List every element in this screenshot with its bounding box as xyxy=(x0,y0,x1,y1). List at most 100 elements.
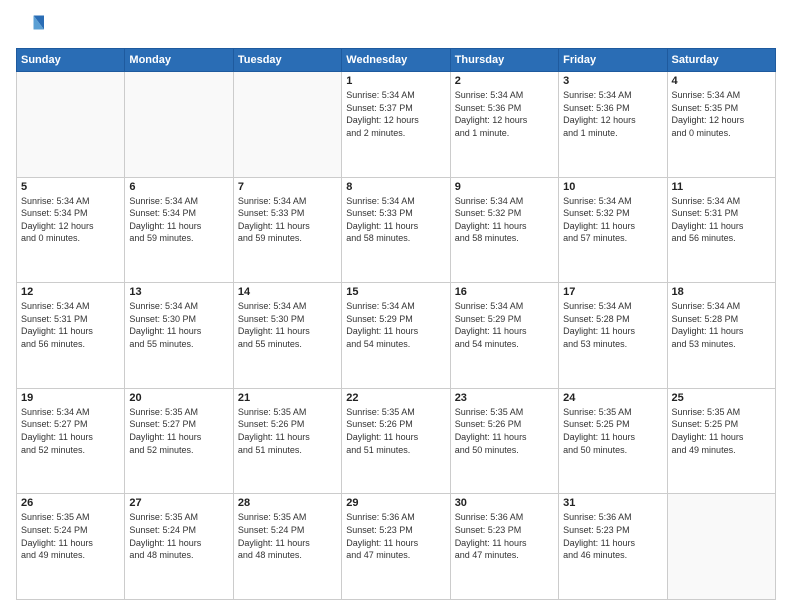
calendar-cell: 27 Sunrise: 5:35 AM Sunset: 5:24 PM Dayli… xyxy=(125,494,233,600)
cell-day-number: 14 xyxy=(238,286,337,298)
calendar-cell: 24Sunrise: 5:35 AM Sunset: 5:25 PM Dayli… xyxy=(559,388,667,494)
cell-info-text: Sunrise: 5:34 AM Sunset: 5:29 PM Dayligh… xyxy=(346,300,445,350)
calendar-cell: 18 Sunrise: 5:34 AM Sunset: 5:28 PM Dayli… xyxy=(667,283,775,389)
cell-info-text: Sunrise: 5:35 AM Sunset: 5:24 PM Dayligh… xyxy=(21,511,120,561)
cell-day-number: 3 xyxy=(563,75,662,87)
calendar-cell xyxy=(125,72,233,178)
cell-info-text: Sunrise: 5:34 AM Sunset: 5:29 PM Dayligh… xyxy=(455,300,554,350)
calendar-cell: 13 Sunrise: 5:34 AM Sunset: 5:30 PM Dayli… xyxy=(125,283,233,389)
cell-info-text: Sunrise: 5:34 AM Sunset: 5:33 PM Dayligh… xyxy=(346,195,445,245)
logo-icon xyxy=(16,12,44,40)
cell-day-number: 26 xyxy=(21,497,120,509)
cell-info-text: Sunrise: 5:36 AM Sunset: 5:23 PM Dayligh… xyxy=(455,511,554,561)
calendar-header-friday: Friday xyxy=(559,49,667,72)
calendar-cell: 1 Sunrise: 5:34 AM Sunset: 5:37 PM Daylig… xyxy=(342,72,450,178)
calendar-cell: 17Sunrise: 5:34 AM Sunset: 5:28 PM Dayli… xyxy=(559,283,667,389)
header xyxy=(16,12,776,40)
cell-info-text: Sunrise: 5:34 AM Sunset: 5:32 PM Dayligh… xyxy=(563,195,662,245)
cell-day-number: 2 xyxy=(455,75,554,87)
calendar-cell: 25Sunrise: 5:35 AM Sunset: 5:25 PM Dayli… xyxy=(667,388,775,494)
calendar-cell: 23 Sunrise: 5:35 AM Sunset: 5:26 PM Dayli… xyxy=(450,388,558,494)
calendar-cell: 21Sunrise: 5:35 AM Sunset: 5:26 PM Dayli… xyxy=(233,388,341,494)
cell-day-number: 16 xyxy=(455,286,554,298)
calendar-cell: 16 Sunrise: 5:34 AM Sunset: 5:29 PM Dayli… xyxy=(450,283,558,389)
calendar-cell: 3 Sunrise: 5:34 AM Sunset: 5:36 PM Daylig… xyxy=(559,72,667,178)
calendar-header-monday: Monday xyxy=(125,49,233,72)
calendar-header-tuesday: Tuesday xyxy=(233,49,341,72)
week-row-4: 19 Sunrise: 5:34 AM Sunset: 5:27 PM Dayli… xyxy=(17,388,776,494)
cell-info-text: Sunrise: 5:34 AM Sunset: 5:27 PM Dayligh… xyxy=(21,406,120,456)
cell-info-text: Sunrise: 5:36 AM Sunset: 5:23 PM Dayligh… xyxy=(563,511,662,561)
cell-day-number: 23 xyxy=(455,392,554,404)
calendar-header-saturday: Saturday xyxy=(667,49,775,72)
calendar-cell: 26 Sunrise: 5:35 AM Sunset: 5:24 PM Dayli… xyxy=(17,494,125,600)
cell-day-number: 25 xyxy=(672,392,771,404)
calendar-cell: 12 Sunrise: 5:34 AM Sunset: 5:31 PM Dayli… xyxy=(17,283,125,389)
calendar-cell: 15 Sunrise: 5:34 AM Sunset: 5:29 PM Dayli… xyxy=(342,283,450,389)
calendar-cell: 2 Sunrise: 5:34 AM Sunset: 5:36 PM Daylig… xyxy=(450,72,558,178)
logo xyxy=(16,12,48,40)
calendar-header-wednesday: Wednesday xyxy=(342,49,450,72)
calendar-cell xyxy=(17,72,125,178)
calendar-header-sunday: Sunday xyxy=(17,49,125,72)
cell-day-number: 20 xyxy=(129,392,228,404)
cell-info-text: Sunrise: 5:35 AM Sunset: 5:24 PM Dayligh… xyxy=(238,511,337,561)
cell-day-number: 18 xyxy=(672,286,771,298)
cell-day-number: 7 xyxy=(238,181,337,193)
cell-day-number: 11 xyxy=(672,181,771,193)
cell-info-text: Sunrise: 5:35 AM Sunset: 5:26 PM Dayligh… xyxy=(238,406,337,456)
calendar-cell xyxy=(667,494,775,600)
cell-info-text: Sunrise: 5:34 AM Sunset: 5:31 PM Dayligh… xyxy=(21,300,120,350)
cell-info-text: Sunrise: 5:34 AM Sunset: 5:37 PM Dayligh… xyxy=(346,89,445,139)
calendar-cell: 10 Sunrise: 5:34 AM Sunset: 5:32 PM Dayli… xyxy=(559,177,667,283)
cell-day-number: 5 xyxy=(21,181,120,193)
calendar-cell: 6Sunrise: 5:34 AM Sunset: 5:34 PM Daylig… xyxy=(125,177,233,283)
cell-info-text: Sunrise: 5:34 AM Sunset: 5:32 PM Dayligh… xyxy=(455,195,554,245)
calendar-table: SundayMondayTuesdayWednesdayThursdayFrid… xyxy=(16,48,776,600)
cell-info-text: Sunrise: 5:35 AM Sunset: 5:26 PM Dayligh… xyxy=(346,406,445,456)
cell-info-text: Sunrise: 5:35 AM Sunset: 5:25 PM Dayligh… xyxy=(563,406,662,456)
calendar-cell: 9 Sunrise: 5:34 AM Sunset: 5:32 PM Daylig… xyxy=(450,177,558,283)
page: SundayMondayTuesdayWednesdayThursdayFrid… xyxy=(0,0,792,612)
calendar-cell: 4Sunrise: 5:34 AM Sunset: 5:35 PM Daylig… xyxy=(667,72,775,178)
calendar-cell: 31Sunrise: 5:36 AM Sunset: 5:23 PM Dayli… xyxy=(559,494,667,600)
cell-day-number: 10 xyxy=(563,181,662,193)
week-row-5: 26 Sunrise: 5:35 AM Sunset: 5:24 PM Dayli… xyxy=(17,494,776,600)
calendar-cell: 14 Sunrise: 5:34 AM Sunset: 5:30 PM Dayli… xyxy=(233,283,341,389)
calendar-cell: 28 Sunrise: 5:35 AM Sunset: 5:24 PM Dayli… xyxy=(233,494,341,600)
cell-info-text: Sunrise: 5:34 AM Sunset: 5:31 PM Dayligh… xyxy=(672,195,771,245)
cell-day-number: 19 xyxy=(21,392,120,404)
cell-info-text: Sunrise: 5:34 AM Sunset: 5:36 PM Dayligh… xyxy=(563,89,662,139)
calendar-cell: 19 Sunrise: 5:34 AM Sunset: 5:27 PM Dayli… xyxy=(17,388,125,494)
week-row-3: 12 Sunrise: 5:34 AM Sunset: 5:31 PM Dayli… xyxy=(17,283,776,389)
calendar-cell: 20 Sunrise: 5:35 AM Sunset: 5:27 PM Dayli… xyxy=(125,388,233,494)
calendar-header-row: SundayMondayTuesdayWednesdayThursdayFrid… xyxy=(17,49,776,72)
cell-info-text: Sunrise: 5:34 AM Sunset: 5:30 PM Dayligh… xyxy=(129,300,228,350)
cell-info-text: Sunrise: 5:35 AM Sunset: 5:24 PM Dayligh… xyxy=(129,511,228,561)
cell-info-text: Sunrise: 5:34 AM Sunset: 5:36 PM Dayligh… xyxy=(455,89,554,139)
cell-day-number: 8 xyxy=(346,181,445,193)
calendar-cell: 7Sunrise: 5:34 AM Sunset: 5:33 PM Daylig… xyxy=(233,177,341,283)
cell-day-number: 29 xyxy=(346,497,445,509)
cell-info-text: Sunrise: 5:34 AM Sunset: 5:30 PM Dayligh… xyxy=(238,300,337,350)
cell-day-number: 28 xyxy=(238,497,337,509)
calendar-cell: 8 Sunrise: 5:34 AM Sunset: 5:33 PM Daylig… xyxy=(342,177,450,283)
calendar-cell: 5 Sunrise: 5:34 AM Sunset: 5:34 PM Daylig… xyxy=(17,177,125,283)
cell-info-text: Sunrise: 5:34 AM Sunset: 5:28 PM Dayligh… xyxy=(672,300,771,350)
calendar-cell: 22Sunrise: 5:35 AM Sunset: 5:26 PM Dayli… xyxy=(342,388,450,494)
cell-day-number: 15 xyxy=(346,286,445,298)
cell-info-text: Sunrise: 5:34 AM Sunset: 5:34 PM Dayligh… xyxy=(129,195,228,245)
cell-info-text: Sunrise: 5:34 AM Sunset: 5:34 PM Dayligh… xyxy=(21,195,120,245)
cell-day-number: 27 xyxy=(129,497,228,509)
week-row-1: 1 Sunrise: 5:34 AM Sunset: 5:37 PM Daylig… xyxy=(17,72,776,178)
calendar-cell: 30Sunrise: 5:36 AM Sunset: 5:23 PM Dayli… xyxy=(450,494,558,600)
calendar-cell: 11 Sunrise: 5:34 AM Sunset: 5:31 PM Dayli… xyxy=(667,177,775,283)
calendar-cell: 29Sunrise: 5:36 AM Sunset: 5:23 PM Dayli… xyxy=(342,494,450,600)
cell-day-number: 1 xyxy=(346,75,445,87)
cell-day-number: 9 xyxy=(455,181,554,193)
cell-info-text: Sunrise: 5:35 AM Sunset: 5:26 PM Dayligh… xyxy=(455,406,554,456)
cell-day-number: 17 xyxy=(563,286,662,298)
cell-day-number: 13 xyxy=(129,286,228,298)
cell-day-number: 12 xyxy=(21,286,120,298)
cell-info-text: Sunrise: 5:35 AM Sunset: 5:27 PM Dayligh… xyxy=(129,406,228,456)
